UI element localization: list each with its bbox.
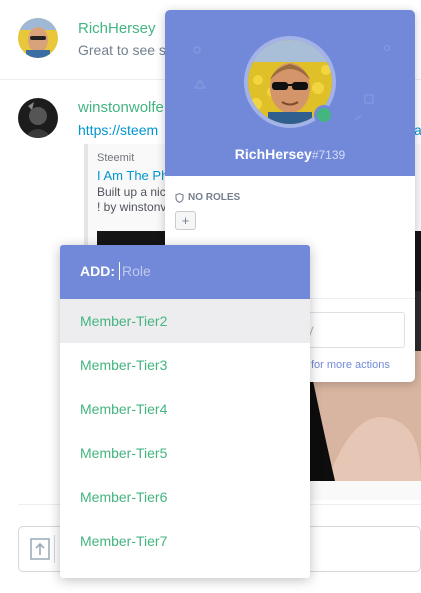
add-label: ADD: [80, 263, 115, 279]
role-option[interactable]: Member-Tier3 [60, 343, 310, 387]
role-option[interactable]: Member-Tier5 [60, 431, 310, 475]
profile-name: RichHersey#7139 [165, 146, 415, 162]
upload-button[interactable] [25, 535, 55, 563]
avatar-winstonwolfe[interactable] [18, 98, 58, 138]
online-status-indicator [314, 105, 334, 125]
message-text: Great to see s [78, 42, 166, 58]
message-author[interactable]: winstonwolfe [78, 99, 164, 116]
add-role-dropdown: ADD: Role Member-Tier2 Member-Tier3 Memb… [60, 245, 310, 578]
role-option[interactable]: Member-Tier4 [60, 387, 310, 431]
roles-section-title: NO ROLES [175, 192, 240, 203]
profile-header: RichHersey#7139 [165, 10, 415, 176]
embed-provider[interactable]: Steemit [97, 152, 134, 164]
upload-icon [29, 538, 50, 560]
profile-username: RichHersey [234, 146, 312, 162]
embed-description-line2: ! by winstonv [97, 200, 167, 214]
shield-icon [175, 192, 184, 203]
more-actions-hint: for more actions [311, 359, 390, 371]
role-option[interactable]: Member-Tier6 [60, 475, 310, 519]
role-option[interactable]: Member-Tier7 [60, 519, 310, 563]
role-search-header: ADD: Role [60, 245, 310, 299]
roles-title-text: NO ROLES [188, 192, 241, 203]
role-search-input[interactable]: Role [119, 262, 151, 280]
role-option[interactable]: Member-Tier2 [60, 299, 310, 343]
add-role-button[interactable]: + [175, 211, 196, 230]
embed-description-line1: Built up a nic [97, 185, 166, 199]
embed-title[interactable]: I Am The Ph [97, 168, 168, 183]
message-link[interactable]: https://steem [78, 122, 158, 138]
avatar-richhersey[interactable] [18, 18, 58, 58]
message-link-tail[interactable]: a [414, 122, 421, 138]
profile-discriminator: #7139 [311, 148, 346, 162]
message-author[interactable]: RichHersey [78, 20, 156, 37]
